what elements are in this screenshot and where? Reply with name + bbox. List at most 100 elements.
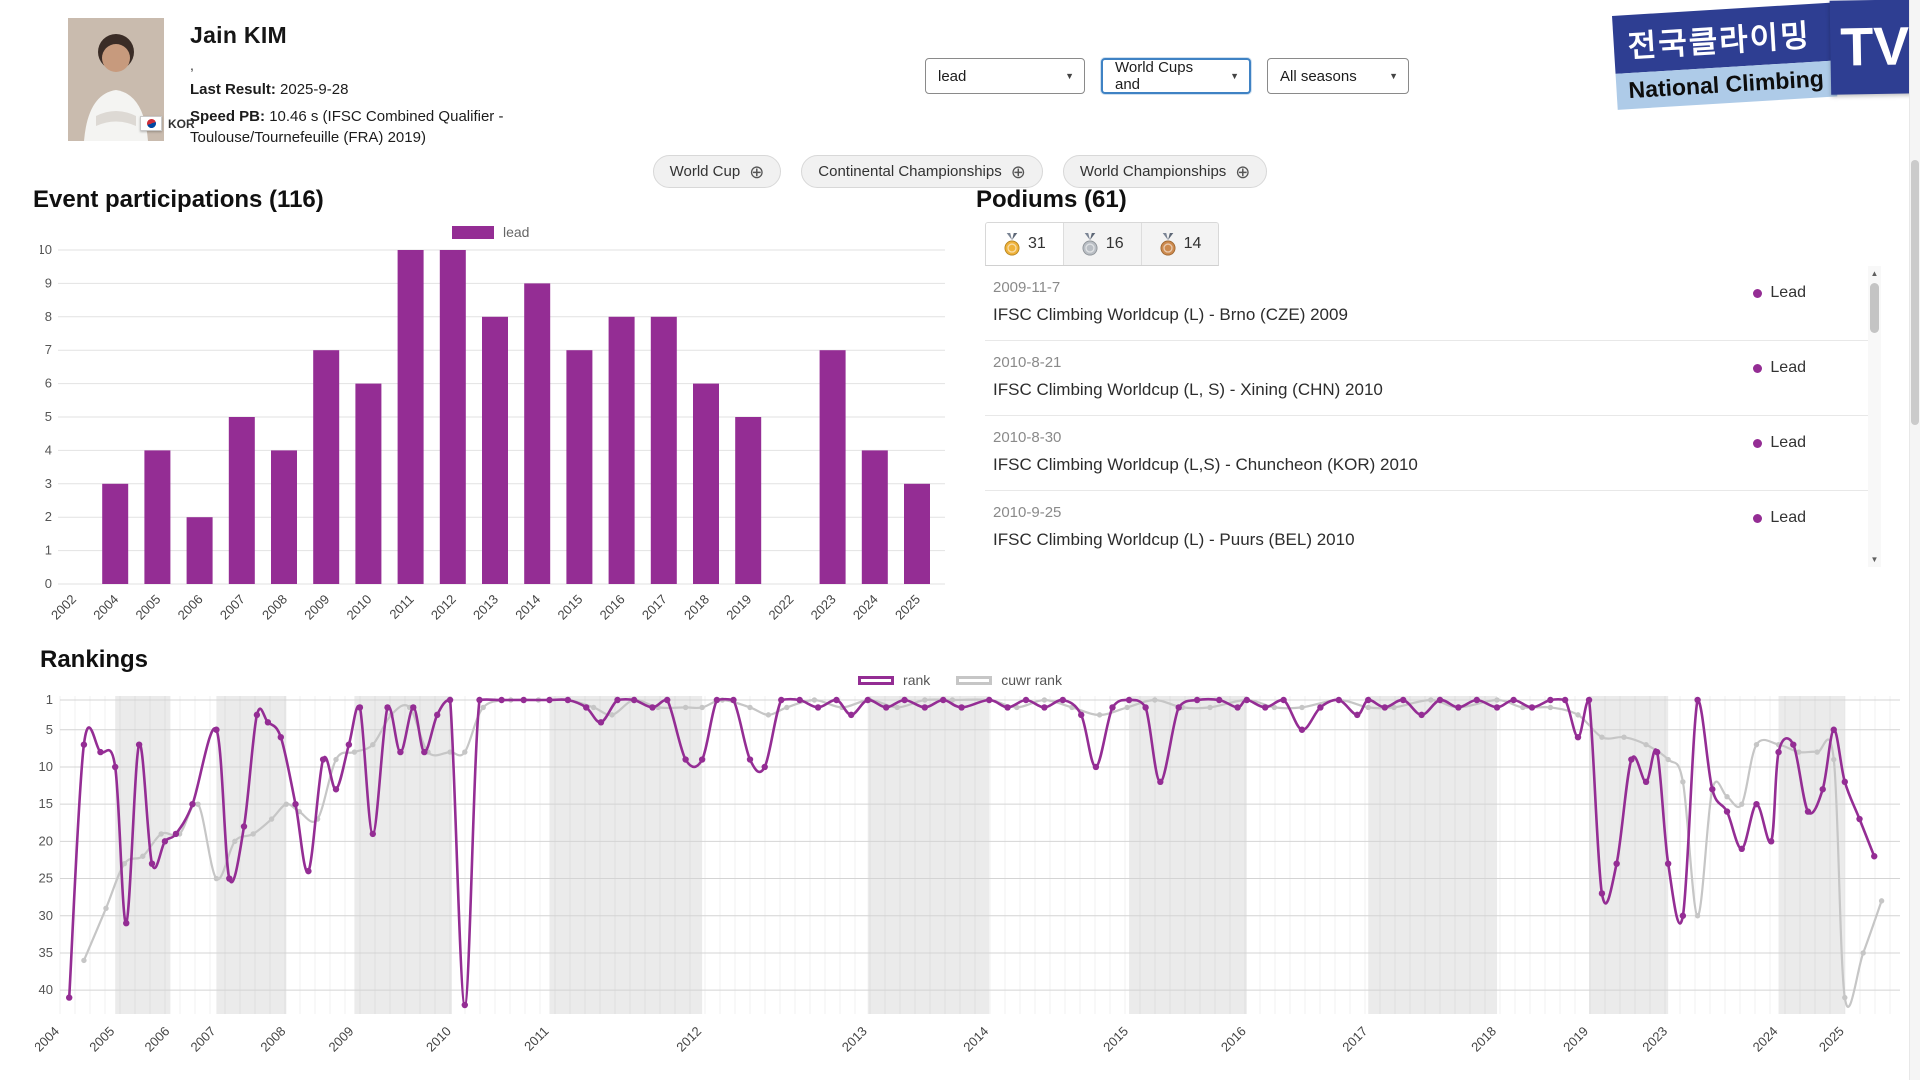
silver-count: 16 — [1106, 235, 1124, 253]
podium-discipline: Lead — [1770, 284, 1806, 302]
scrollbar-thumb[interactable] — [1870, 283, 1879, 333]
podium-row[interactable]: 2010-9-25 IFSC Climbing Worldcup (L) - P… — [985, 491, 1881, 566]
svg-text:2004: 2004 — [90, 592, 121, 623]
svg-text:2010: 2010 — [423, 1024, 454, 1055]
podium-date: 2010-8-21 — [993, 354, 1383, 371]
page-scrollbar[interactable] — [1909, 0, 1920, 1080]
podium-row[interactable]: 2010-8-30 IFSC Climbing Worldcup (L,S) -… — [985, 416, 1881, 491]
svg-text:2018: 2018 — [1468, 1024, 1499, 1055]
svg-text:1: 1 — [45, 543, 52, 558]
svg-text:15: 15 — [39, 796, 53, 811]
svg-text:2024: 2024 — [850, 592, 881, 623]
svg-text:40: 40 — [39, 982, 53, 997]
svg-text:2019: 2019 — [1560, 1024, 1591, 1055]
chip-world-cup-label: World Cup — [670, 163, 741, 180]
gold-count: 31 — [1028, 235, 1046, 253]
svg-text:5: 5 — [46, 722, 53, 737]
svg-text:2005: 2005 — [132, 592, 163, 623]
svg-text:2019: 2019 — [723, 592, 754, 623]
athlete-name: Jain KIM — [190, 22, 630, 49]
svg-text:9: 9 — [45, 275, 52, 290]
season-select[interactable]: All seasons ▼ — [1267, 58, 1409, 94]
country-code: KOR — [168, 117, 195, 131]
podium-discipline: Lead — [1770, 509, 1806, 527]
podium-row[interactable]: 2009-11-7 IFSC Climbing Worldcup (L) - B… — [985, 266, 1881, 341]
svg-text:5: 5 — [45, 409, 52, 424]
medal-tabs: 31 16 14 — [985, 222, 1219, 266]
svg-text:2016: 2016 — [597, 592, 628, 623]
rankings-title: Rankings — [40, 646, 148, 674]
participations-title: Event participations (116) — [33, 186, 324, 214]
last-result-value: 2025-9-28 — [280, 81, 348, 98]
svg-text:2012: 2012 — [428, 592, 459, 623]
svg-text:2018: 2018 — [681, 592, 712, 623]
site-logo: 전국클라이밍 National Climbing TV — [1612, 0, 1920, 110]
chip-world-champs-label: World Championships — [1080, 163, 1226, 180]
svg-text:2011: 2011 — [521, 1024, 551, 1054]
discipline-dot — [1753, 289, 1762, 298]
svg-text:2017: 2017 — [639, 592, 670, 623]
scroll-down-icon[interactable]: ▼ — [1868, 555, 1881, 564]
svg-text:2023: 2023 — [1639, 1024, 1670, 1055]
podium-row[interactable]: 2010-8-21 IFSC Climbing Worldcup (L, S) … — [985, 341, 1881, 416]
discipline-select[interactable]: lead ▼ — [925, 58, 1085, 94]
rankings-legend: rank cuwr rank — [0, 672, 1920, 688]
plus-circle-icon: ⊕ — [749, 163, 764, 181]
season-select-value: All seasons — [1280, 68, 1357, 85]
svg-text:2006: 2006 — [141, 1024, 172, 1055]
bar-chart-legend: lead — [452, 224, 529, 240]
svg-text:0: 0 — [45, 576, 52, 591]
bronze-count: 14 — [1184, 235, 1202, 253]
chip-world-cup[interactable]: World Cup ⊕ — [653, 155, 782, 188]
podium-event: IFSC Climbing Worldcup (L, S) - Xining (… — [993, 380, 1383, 400]
category-chips: World Cup ⊕ Continental Championships ⊕ … — [0, 155, 1920, 188]
chevron-down-icon: ▼ — [1230, 71, 1239, 81]
event-type-select-value: World Cups and — [1115, 59, 1220, 93]
filter-controls: lead ▼ World Cups and ▼ All seasons ▼ — [925, 58, 1409, 94]
podiums-title: Podiums (61) — [976, 186, 1127, 214]
chip-continental-label: Continental Championships — [818, 163, 1001, 180]
participation-bar-chart: 0123456789102002200420052006200720082009… — [40, 240, 960, 640]
discipline-select-value: lead — [938, 68, 966, 85]
gold-medal-icon — [1003, 233, 1021, 256]
chip-world-championships[interactable]: World Championships ⊕ — [1063, 155, 1268, 188]
svg-text:4: 4 — [45, 442, 52, 457]
svg-text:2015: 2015 — [554, 592, 585, 623]
lead-legend-swatch — [452, 226, 494, 239]
svg-text:8: 8 — [45, 309, 52, 324]
svg-text:2025: 2025 — [1816, 1024, 1847, 1055]
svg-text:2024: 2024 — [1750, 1024, 1781, 1055]
rankings-line-chart: 1510152025303540200420052006200720082009… — [35, 692, 1905, 1077]
svg-text:2014: 2014 — [512, 592, 543, 623]
svg-text:2011: 2011 — [386, 592, 416, 622]
podium-date: 2009-11-7 — [993, 279, 1348, 296]
tab-silver-medals[interactable]: 16 — [1064, 223, 1142, 265]
event-type-select[interactable]: World Cups and ▼ — [1101, 58, 1251, 94]
bronze-medal-icon — [1159, 233, 1177, 256]
podium-discipline: Lead — [1770, 359, 1806, 377]
svg-text:2010: 2010 — [343, 592, 374, 623]
last-result-label: Last Result: — [190, 81, 276, 98]
chip-continental-championships[interactable]: Continental Championships ⊕ — [801, 155, 1043, 188]
tab-bronze-medals[interactable]: 14 — [1142, 223, 1219, 265]
logo-tv-text: TV — [1829, 0, 1920, 95]
svg-text:2014: 2014 — [960, 1024, 991, 1055]
discipline-dot — [1753, 364, 1762, 373]
page: KOR Jain KIM , Last Result: 2025-9-28 Sp… — [0, 0, 1920, 1080]
page-scrollbar-thumb[interactable] — [1911, 160, 1919, 425]
svg-text:2: 2 — [45, 509, 52, 524]
last-result: Last Result: 2025-9-28 — [190, 80, 630, 100]
svg-text:10: 10 — [39, 759, 53, 774]
lead-legend-label: lead — [503, 224, 529, 240]
svg-text:10: 10 — [40, 242, 52, 257]
kor-flag-icon — [140, 116, 162, 131]
svg-text:25: 25 — [39, 871, 53, 886]
podium-list-scrollbar[interactable]: ▲ ▼ — [1868, 266, 1881, 567]
silver-medal-icon — [1081, 233, 1099, 256]
svg-text:2013: 2013 — [839, 1024, 870, 1055]
tab-gold-medals[interactable]: 31 — [986, 223, 1064, 265]
svg-text:1: 1 — [46, 692, 53, 707]
chevron-down-icon: ▼ — [1389, 71, 1398, 81]
svg-text:2022: 2022 — [765, 592, 796, 623]
scroll-up-icon[interactable]: ▲ — [1868, 269, 1881, 278]
